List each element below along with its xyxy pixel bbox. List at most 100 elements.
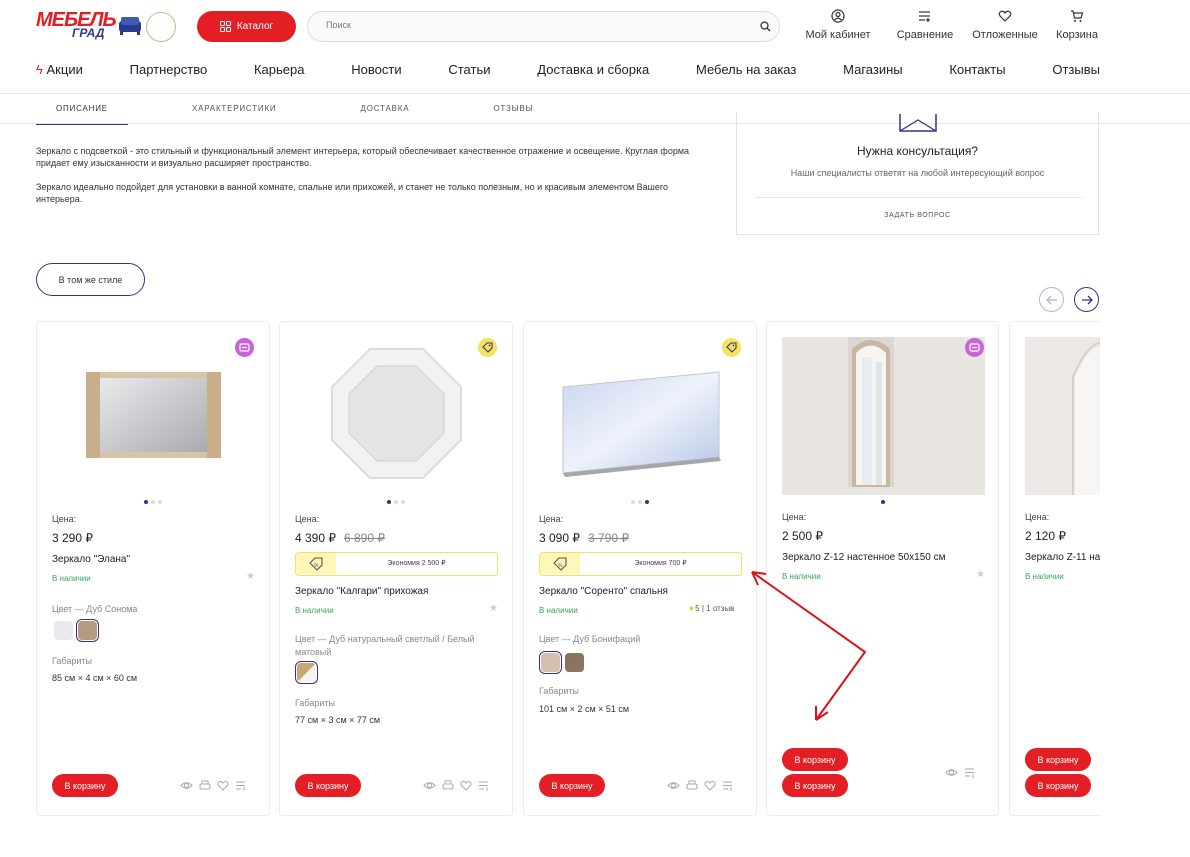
nav-item-news[interactable]: Новости bbox=[351, 62, 401, 80]
add-to-cart-button[interactable]: В корзину bbox=[52, 774, 118, 797]
sofa-icon[interactable] bbox=[686, 779, 698, 791]
card-actions bbox=[180, 779, 247, 791]
pager-dot[interactable] bbox=[144, 500, 148, 504]
add-to-cart-button[interactable]: В корзину bbox=[1025, 774, 1091, 797]
ask-question-link[interactable]: ЗАДАТЬ ВОПРОС bbox=[737, 212, 1098, 219]
pager-dot[interactable] bbox=[638, 500, 642, 504]
same-style-button[interactable]: В том же стиле bbox=[36, 263, 145, 296]
site-header: МЕБЕЛЬ ГРАД Каталог Мой кабинет Сравнени… bbox=[0, 0, 1190, 125]
price-label: Цена: bbox=[295, 514, 320, 524]
nav-item-stores[interactable]: Магазины bbox=[843, 62, 903, 80]
add-to-cart-button[interactable]: В корзину bbox=[1025, 748, 1091, 771]
tab-reviews[interactable]: ОТЗЫВЫ bbox=[473, 103, 553, 125]
carousel-prev-button[interactable] bbox=[1039, 287, 1064, 312]
color-swatch[interactable] bbox=[565, 653, 584, 672]
compare-link[interactable]: Сравнение bbox=[893, 9, 957, 41]
product-tabs: ОПИСАНИЕ ХАРАКТЕРИСТИКИ ДОСТАВКА ОТЗЫВЫ bbox=[36, 103, 597, 125]
nav-item-career[interactable]: Карьера bbox=[254, 62, 305, 80]
pager-dot[interactable] bbox=[401, 500, 405, 504]
product-name[interactable]: Зеркало "Элана" bbox=[52, 554, 130, 565]
image-pager bbox=[37, 500, 269, 504]
arrow-left-icon bbox=[1045, 295, 1057, 304]
lightning-icon: ϟ bbox=[36, 62, 43, 77]
carousel-next-button[interactable] bbox=[1074, 287, 1099, 312]
add-to-cart-button[interactable]: В корзину bbox=[782, 748, 848, 771]
product-name[interactable]: Зеркало "Калгари" прихожая bbox=[295, 586, 428, 597]
price-label: Цена: bbox=[52, 514, 77, 524]
product-card[interactable]: Цена: 3 290 ₽ Зеркало "Элана" В наличии … bbox=[36, 321, 270, 816]
nav-item-delivery[interactable]: Доставка и сборка bbox=[537, 62, 649, 80]
star-icon: ★ bbox=[976, 569, 985, 580]
product-image[interactable] bbox=[539, 337, 742, 495]
pager-dot[interactable] bbox=[158, 500, 162, 504]
add-to-cart-button[interactable]: В корзину bbox=[295, 774, 361, 797]
compare-icon[interactable] bbox=[722, 780, 734, 791]
pager-dot[interactable] bbox=[645, 500, 649, 504]
consult-box: Нужна консультация? Наши специалисты отв… bbox=[736, 112, 1099, 235]
product-image[interactable] bbox=[295, 337, 498, 495]
account-link[interactable]: Мой кабинет bbox=[803, 9, 873, 41]
economy-banner: % Экономия 700 ₽ bbox=[539, 552, 742, 576]
pager-dot[interactable] bbox=[151, 500, 155, 504]
search-icon[interactable] bbox=[760, 21, 771, 32]
compare-icon[interactable] bbox=[478, 780, 490, 791]
pager-dot[interactable] bbox=[387, 500, 391, 504]
compare-icon[interactable] bbox=[964, 767, 976, 778]
tab-delivery[interactable]: ДОСТАВКА bbox=[340, 103, 429, 125]
product-name[interactable]: Зеркало Z-11 настенное bbox=[1025, 552, 1100, 563]
color-swatch[interactable] bbox=[54, 621, 73, 640]
nav-item-reviews[interactable]: Отзывы bbox=[1052, 62, 1100, 80]
cart-link[interactable]: Корзина bbox=[1054, 9, 1100, 41]
economy-text: Экономия 700 ₽ bbox=[634, 560, 687, 567]
product-card[interactable]: Цена: 3 090 ₽ 3 790 ₽ % Экономия 700 ₽ Зер… bbox=[523, 321, 757, 816]
arrow-right-icon bbox=[1081, 295, 1093, 304]
product-image[interactable] bbox=[52, 337, 255, 495]
envelope-icon bbox=[899, 114, 937, 132]
sofa-icon[interactable] bbox=[442, 779, 454, 791]
current-price: 3 290 ₽ bbox=[52, 531, 93, 545]
color-swatch-selected[interactable] bbox=[295, 661, 318, 684]
nav-item-custom[interactable]: Мебель на заказ bbox=[696, 62, 796, 80]
pager-dot[interactable] bbox=[631, 500, 635, 504]
color-swatch-selected[interactable] bbox=[76, 619, 99, 642]
compare-icon[interactable] bbox=[235, 780, 247, 791]
add-to-cart-button[interactable]: В корзину bbox=[782, 774, 848, 797]
pager-dot[interactable] bbox=[880, 500, 885, 504]
eye-icon[interactable] bbox=[945, 767, 958, 778]
heart-icon[interactable] bbox=[704, 780, 716, 791]
rating[interactable]: ★5 | 1 отзыв bbox=[688, 604, 734, 613]
tab-specs[interactable]: ХАРАКТЕРИСТИКИ bbox=[172, 103, 297, 125]
nav-item-partnership[interactable]: Партнерство bbox=[130, 62, 208, 80]
nav-item-contacts[interactable]: Контакты bbox=[949, 62, 1005, 80]
card-actions bbox=[945, 767, 976, 778]
consult-subtitle: Наши специалисты ответят на любой интере… bbox=[790, 168, 1045, 178]
pager-dot[interactable] bbox=[394, 500, 398, 504]
current-price: 2 120 ₽ bbox=[1025, 529, 1066, 543]
product-card[interactable]: Цена: 4 390 ₽ 6 890 ₽ % Экономия 2 500 ₽ З… bbox=[279, 321, 513, 816]
product-image[interactable] bbox=[1025, 337, 1100, 495]
catalog-button[interactable]: Каталог bbox=[197, 11, 296, 42]
dims-label: Габариты bbox=[295, 698, 335, 708]
search-input[interactable] bbox=[326, 20, 746, 30]
color-swatch-selected[interactable] bbox=[539, 651, 562, 674]
eye-icon[interactable] bbox=[180, 780, 193, 791]
eye-icon[interactable] bbox=[667, 780, 680, 791]
product-name[interactable]: Зеркало "Соренто" спальня bbox=[539, 586, 668, 597]
discount-tag-icon: % bbox=[296, 553, 336, 574]
product-card[interactable]: Цена: 2 120 ₽ Зеркало Z-11 настенное В н… bbox=[1009, 321, 1100, 816]
add-to-cart-button[interactable]: В корзину bbox=[539, 774, 605, 797]
tab-description[interactable]: ОПИСАНИЕ bbox=[36, 103, 128, 125]
nav-item-articles[interactable]: Статьи bbox=[448, 62, 490, 80]
nav-item-sales[interactable]: ϟ Акции bbox=[36, 62, 83, 80]
product-image[interactable] bbox=[782, 337, 985, 495]
card-actions bbox=[423, 779, 490, 791]
favorites-link[interactable]: Отложенные bbox=[970, 9, 1040, 41]
heart-icon[interactable] bbox=[217, 780, 229, 791]
sofa-icon[interactable] bbox=[199, 779, 211, 791]
heart-icon[interactable] bbox=[460, 780, 472, 791]
dims-value: 77 см × 3 см × 77 см bbox=[295, 715, 381, 725]
stock-status: В наличии bbox=[295, 606, 334, 615]
catalog-label: Каталог bbox=[236, 21, 274, 32]
eye-icon[interactable] bbox=[423, 780, 436, 791]
dims-label: Габариты bbox=[539, 686, 579, 696]
